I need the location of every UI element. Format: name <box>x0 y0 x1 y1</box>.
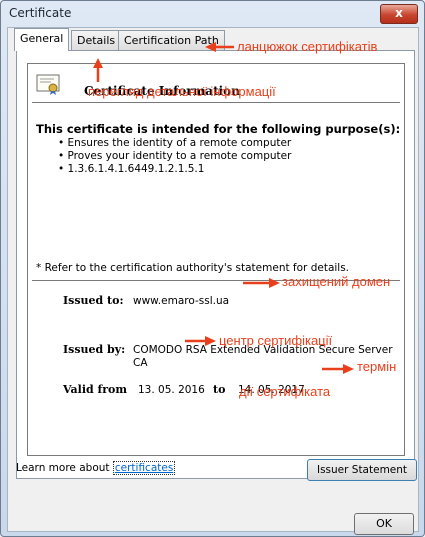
tab-certification-path[interactable]: Certification Path <box>118 30 225 51</box>
refer-note: * Refer to the certification authority's… <box>36 262 350 274</box>
window-title: Certificate <box>9 6 72 20</box>
issued-to-value: www.emaro-ssl.ua <box>133 295 230 307</box>
purpose-heading: This certificate is intended for the fol… <box>36 122 401 136</box>
annotation-protected-domain: захищений домен <box>282 274 391 289</box>
valid-to-label: to <box>213 383 226 396</box>
annotation-details-view: перегляд детальної інформації <box>88 84 276 99</box>
annotation-chain: ланцюжок сертифікатів <box>237 39 378 54</box>
annotation-term: термін <box>357 359 397 374</box>
annotation-cert-center: центр сертифікації <box>219 333 333 348</box>
issued-by-label: Issued by: <box>63 343 126 356</box>
close-button[interactable]: x <box>380 4 418 24</box>
tab-details[interactable]: Details <box>71 30 122 51</box>
certificate-dialog: Certificate x General Details Certificat… <box>0 0 425 537</box>
purpose-list: Ensures the identity of a remote compute… <box>58 137 292 176</box>
divider <box>32 102 400 103</box>
valid-from-value: 13. 05. 2016 <box>138 384 205 396</box>
list-item: 1.3.6.1.4.1.6449.1.2.1.5.1 <box>58 163 291 176</box>
certificate-info-box: Certificate Information This certificate… <box>27 63 405 456</box>
general-tab-panel: Certificate Information This certificate… <box>16 50 417 481</box>
learn-more: Learn more about certificates <box>16 461 176 475</box>
certificates-link[interactable]: certificates <box>112 461 176 475</box>
certificate-icon <box>36 74 60 95</box>
issued-by-value-cont: CA <box>133 357 148 369</box>
title-bar[interactable]: Certificate x <box>1 1 424 25</box>
annotation-term-cont: дії сертифіката <box>239 384 331 399</box>
tab-general[interactable]: General <box>14 28 70 51</box>
learn-more-text: Learn more about <box>16 462 110 474</box>
list-item: Proves your identity to a remote compute… <box>58 150 292 163</box>
ok-button[interactable]: OK <box>354 513 414 535</box>
valid-from-label: Valid from <box>63 383 128 396</box>
list-item: Ensures the identity of a remote compute… <box>58 137 292 150</box>
issuer-statement-button[interactable]: Issuer Statement <box>307 459 417 481</box>
issued-to-label: Issued to: <box>63 294 124 307</box>
